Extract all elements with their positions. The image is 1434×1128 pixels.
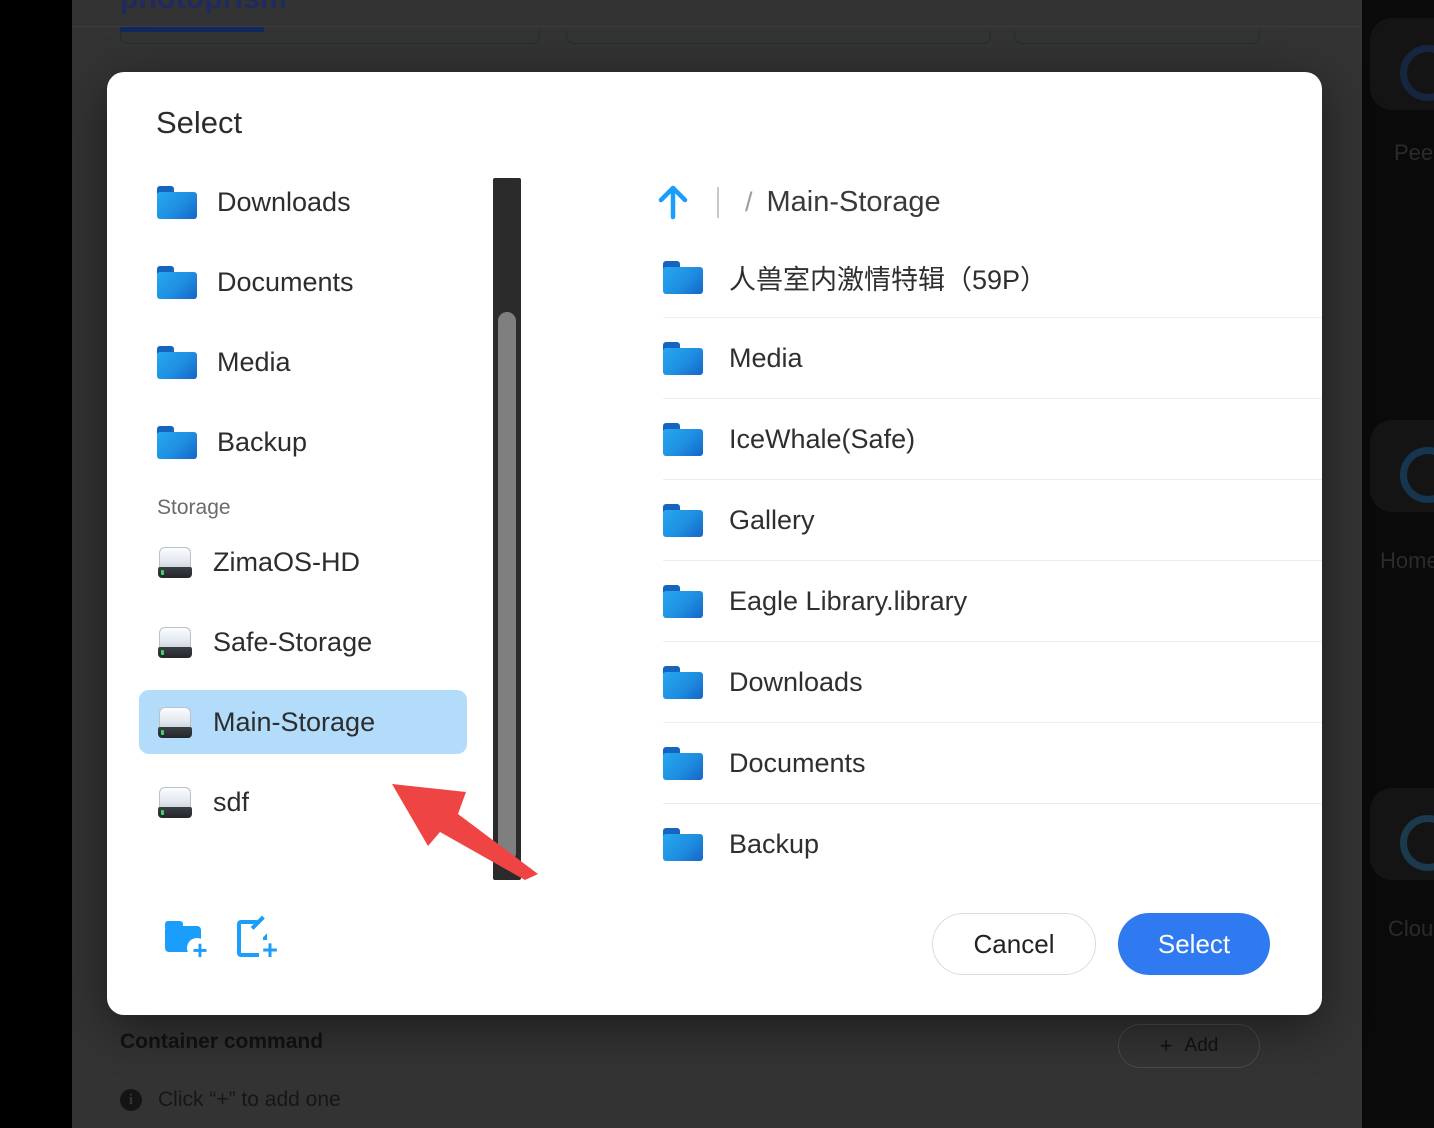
info-icon: i [120,1089,142,1111]
sidebar-item-label: Downloads [217,186,351,217]
list-item-label: Media [729,342,803,373]
list-item[interactable]: Backup [663,804,1322,885]
background-input-field[interactable] [1014,30,1260,44]
sidebar-item-label: sdf [213,786,250,817]
sidebar-item-zimaos-hd[interactable]: ZimaOS-HD [139,530,467,594]
arrow-up-icon[interactable] [651,180,695,224]
list-item-label: 人兽室内激情特辑（59P） [729,264,1048,295]
sidebar-item-sdf[interactable]: sdf [139,770,467,834]
select-button[interactable]: Select [1118,913,1270,975]
folder-icon [663,746,703,780]
sidebar-group-title-storage: Storage [157,496,231,519]
sidebar-item-safe-storage[interactable]: Safe-Storage [139,610,467,674]
sidebar-scrollbar[interactable] [493,178,521,880]
cancel-button[interactable]: Cancel [932,913,1096,975]
file-picker-dialog: Select Downloads Documents Media Backup … [107,72,1322,1015]
list-item[interactable]: Downloads [663,642,1322,723]
container-command-heading: Container command [120,1030,324,1053]
sidebar-item-label: Documents [217,266,354,297]
folder-icon [663,503,703,537]
folder-icon [157,185,197,219]
breadcrumb: / Main-Storage [651,180,941,224]
drive-icon [157,544,193,580]
sidebar-scrollbar-thumb[interactable] [498,312,516,862]
app-tile-label: Pee [1394,140,1434,165]
app-tile-label: Clou [1388,916,1434,941]
background-right-panel: Pee Home Clou [1362,0,1434,1128]
content-pane: / Main-Storage 人兽室内激情特辑（59P） Media IceWh… [541,72,1322,1015]
sidebar-item-label: Backup [217,426,308,457]
list-item[interactable]: 人兽室内激情特辑（59P） [663,237,1322,318]
folder-icon [157,345,197,379]
folder-icon [157,425,197,459]
drive-icon [157,624,193,660]
dialog-create-actions: + + [165,915,281,964]
folder-icon [157,265,197,299]
background-divider [72,26,1362,27]
list-item-label: Eagle Library.library [729,585,968,616]
background-input-field[interactable] [120,30,540,44]
breadcrumb-current-path[interactable]: Main-Storage [767,186,941,219]
list-item[interactable]: Eagle Library.library [663,561,1322,642]
list-item-label: Documents [729,747,866,778]
sidebar-item-downloads[interactable]: Downloads [139,170,467,234]
background-app-title: photoprism [120,0,287,16]
folder-icon [663,341,703,375]
sidebar-item-label: Main-Storage [213,706,376,737]
sidebar-item-documents[interactable]: Documents [139,250,467,314]
folder-icon [663,422,703,456]
container-command-hint: i Click “+” to add one [120,1088,341,1112]
sidebar-item-backup[interactable]: Backup [139,410,467,474]
dialog-title: Select [156,105,243,140]
list-item-label: IceWhale(Safe) [729,423,916,454]
list-item-label: Backup [729,829,820,859]
add-command-button-label: Add [1184,1035,1219,1056]
list-item-label: Downloads [729,666,863,697]
add-command-button[interactable]: + Add [1118,1024,1260,1068]
drive-icon [157,704,193,740]
list-item[interactable]: Gallery [663,480,1322,561]
sidebar: Downloads Documents Media Backup Storage… [107,170,499,910]
background-left-edge [0,0,72,1128]
screen: Pee Home Clou photoprism Container comma… [0,0,1434,1128]
breadcrumb-separator: / [745,186,753,217]
new-folder-icon[interactable]: + [165,921,209,963]
new-file-icon[interactable]: + [237,915,281,964]
file-list: 人兽室内激情特辑（59P） Media IceWhale(Safe) Galle… [663,237,1322,965]
folder-icon [663,665,703,699]
breadcrumb-divider [717,186,719,218]
container-command-hint-text: Click “+” to add one [158,1088,341,1111]
list-item-label: Gallery [729,504,815,535]
sidebar-item-label: ZimaOS-HD [213,546,360,577]
sidebar-item-label: Safe-Storage [213,626,373,657]
folder-icon [663,584,703,618]
background-input-field[interactable] [566,30,991,44]
sidebar-item-main-storage[interactable]: Main-Storage [139,690,467,754]
plus-icon: + [1159,1033,1173,1058]
list-item[interactable]: IceWhale(Safe) [663,399,1322,480]
dialog-actions: Cancel Select [932,913,1270,975]
folder-icon [663,828,703,861]
sidebar-item-label: Media [217,346,291,377]
folder-icon [663,260,703,294]
sidebar-item-media[interactable]: Media [139,330,467,394]
app-tile-label: Home [1380,548,1434,573]
drive-icon [157,784,193,820]
list-item[interactable]: Documents [663,723,1322,804]
list-item[interactable]: Media [663,318,1322,399]
